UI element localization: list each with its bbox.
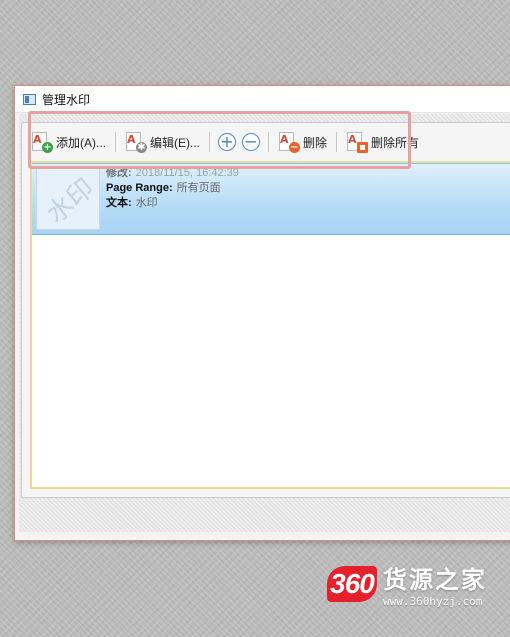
delete-watermark-icon: A − (279, 132, 300, 153)
edit-button-label: 编辑(E)... (150, 135, 200, 150)
toolbar-separator (209, 132, 210, 152)
watermark-list-item[interactable]: 水印 修改: 2018/11/15, 16:42:39 Page Range: 所有… (32, 163, 510, 235)
watermark-info: 修改: 2018/11/15, 16:42:39 Page Range: 所有页面 … (106, 166, 239, 211)
edit-watermark-icon: A ✱ (126, 132, 147, 153)
logo-badge: 360 (327, 566, 377, 602)
toolbar-separator (336, 132, 338, 152)
dialog-content: A + 添加(A)... A ✱ 编辑(E)... + − A − 删除 A ▪… (19, 114, 510, 532)
delete-all-button[interactable]: A ▪ 删除所有 (343, 129, 422, 155)
add-button[interactable]: A + 添加(A)... (28, 129, 109, 155)
page-range-label: Page Range: (106, 182, 173, 194)
modified-row: 修改: 2018/11/15, 16:42:39 (106, 166, 239, 181)
toolbar: A + 添加(A)... A ✱ 编辑(E)... + − A − 删除 A ▪… (28, 127, 510, 157)
text-row: 文本: 水印 (106, 196, 239, 211)
window-title: 管理水印 (42, 92, 91, 107)
delete-button-label: 删除 (303, 135, 328, 150)
zoom-in-button[interactable]: + (218, 133, 236, 151)
text-value: 水印 (135, 197, 158, 209)
modified-label: 修改: (106, 167, 132, 179)
page-range-row: Page Range: 所有页面 (106, 181, 239, 196)
watermark-thumbnail: 水印 (36, 166, 100, 230)
watermark-panel: A + 添加(A)... A ✱ 编辑(E)... + − A − 删除 A ▪… (21, 122, 510, 498)
logo-text: 货源之家 www.360hyzj.com (383, 560, 487, 608)
toolbar-separator (268, 132, 269, 152)
delete-all-button-label: 删除所有 (371, 135, 420, 150)
manage-watermark-dialog: 管理水印 A + 添加(A)... A ✱ 编辑(E)... + − A − 删… (14, 85, 510, 541)
text-label: 文本: (106, 197, 132, 209)
logo-name: 货源之家 (383, 566, 487, 594)
add-button-label: 添加(A)... (56, 135, 106, 150)
logo-url: www.360hyzj.com (383, 595, 483, 608)
watermark-list[interactable]: 水印 修改: 2018/11/15, 16:42:39 Page Range: 所有… (30, 161, 510, 489)
zoom-out-button[interactable]: − (242, 133, 260, 151)
edit-button[interactable]: A ✱ 编辑(E)... (122, 129, 203, 155)
delete-button[interactable]: A − 删除 (275, 129, 330, 155)
thumbnail-text: 水印 (41, 173, 100, 230)
window-icon (23, 93, 36, 105)
add-watermark-icon: A + (32, 132, 53, 153)
site-logo: 360 货源之家 www.360hyzj.com (327, 560, 487, 608)
title-bar[interactable]: 管理水印 (15, 86, 510, 113)
delete-all-watermark-icon: A ▪ (346, 131, 369, 153)
modified-value: 2018/11/15, 16:42:39 (135, 167, 239, 179)
page-range-value: 所有页面 (176, 182, 221, 194)
toolbar-separator (115, 132, 116, 152)
